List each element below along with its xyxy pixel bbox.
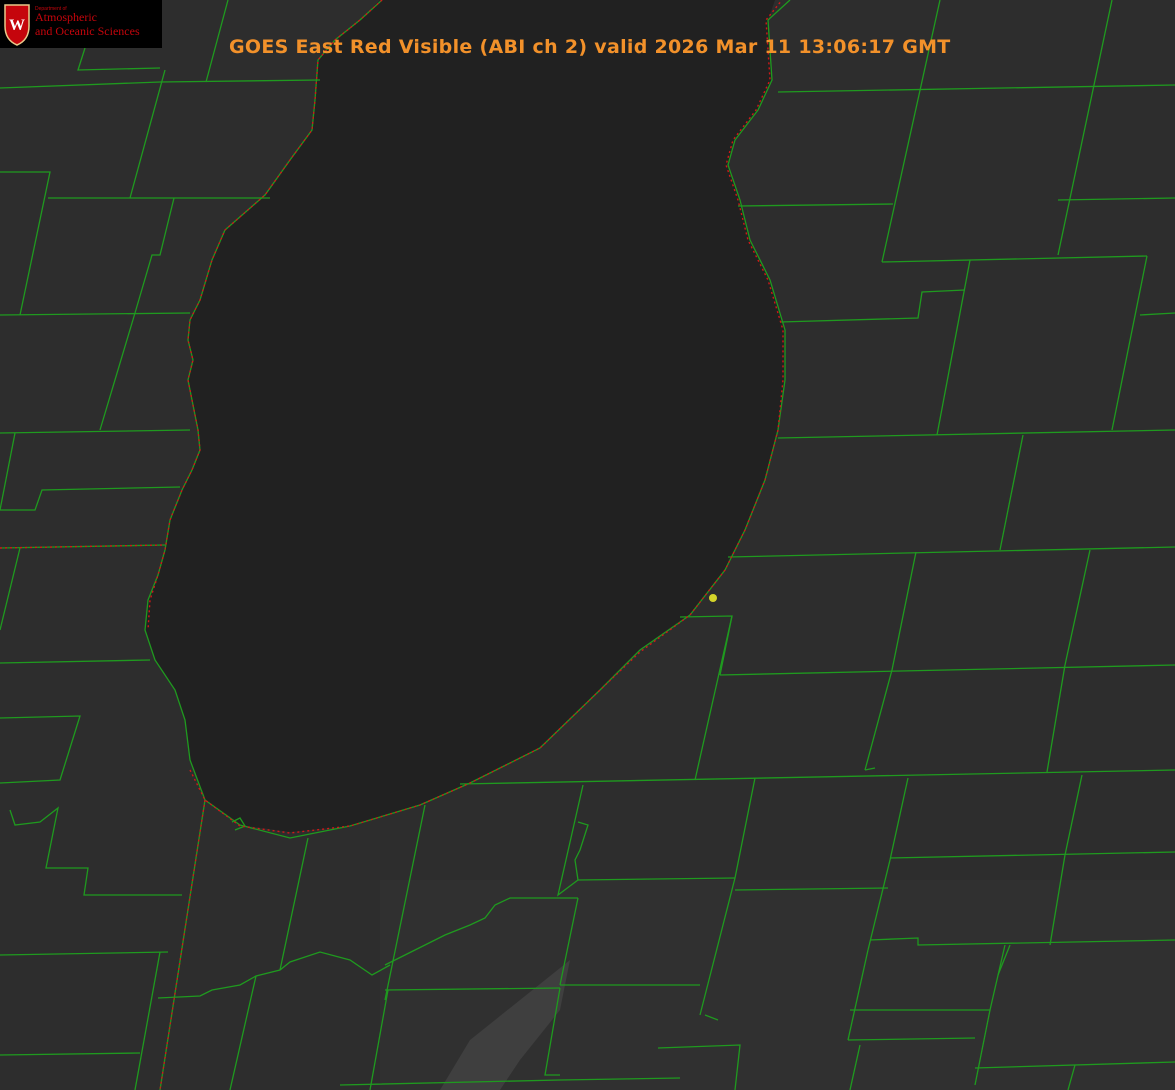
- image-title: GOES East Red Visible (ABI ch 2) valid 2…: [229, 36, 951, 58]
- observation-marker: [709, 594, 717, 602]
- uw-crest-icon: W: [4, 4, 30, 46]
- logo-title-line2: and Oceanic Sciences: [35, 24, 140, 38]
- uw-aos-logo[interactable]: W Department of Atmospheric and Oceanic …: [0, 0, 162, 48]
- logo-title-line1: Atmospheric: [35, 10, 97, 24]
- satellite-map: [0, 0, 1175, 1090]
- svg-text:W: W: [9, 17, 25, 34]
- satellite-image-view: W Department of Atmospheric and Oceanic …: [0, 0, 1175, 1090]
